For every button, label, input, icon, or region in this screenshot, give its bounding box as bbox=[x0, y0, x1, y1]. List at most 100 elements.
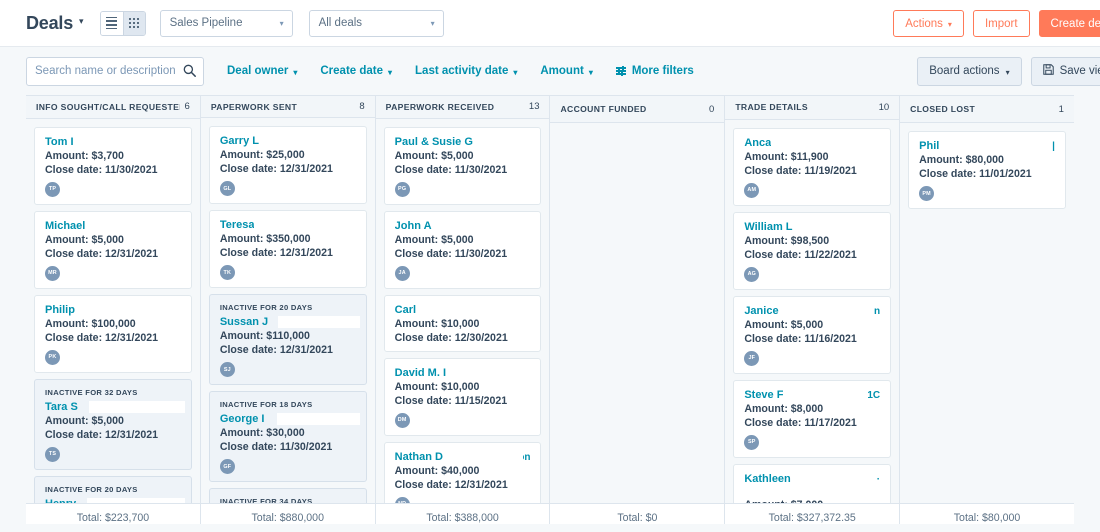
page-title-group[interactable]: Deals ▾ bbox=[26, 13, 84, 34]
column-card-list[interactable] bbox=[550, 123, 724, 503]
column-card-list[interactable]: Tom I Amount: $3,700 Close date: 11/30/202… bbox=[26, 119, 200, 503]
avatar[interactable]: MR bbox=[45, 265, 60, 281]
deal-name-link[interactable]: John A bbox=[395, 220, 432, 232]
column-card-list[interactable]: Phil | Amount: $80,000 Close date: 11/01/20… bbox=[900, 123, 1074, 503]
deal-card[interactable]: Carl Amount: $10,000 Close date: 12/30/202… bbox=[383, 294, 542, 352]
deal-card[interactable]: Garry L Amount: $25,000 Close date: 12/31/… bbox=[208, 126, 367, 205]
filter-create-date[interactable]: Create date ▾ bbox=[320, 65, 392, 77]
search-input[interactable] bbox=[35, 65, 185, 77]
more-filters-button[interactable]: More filters bbox=[615, 65, 694, 78]
column-header[interactable]: INFO SOUGHT/CALL REQUESTED 6 bbox=[26, 95, 200, 119]
redaction-overlay bbox=[276, 413, 360, 426]
deal-close-date: Close date: 11/17/2021 bbox=[744, 416, 857, 429]
search-box[interactable] bbox=[26, 56, 204, 86]
deal-name-link[interactable]: Garry L bbox=[220, 135, 259, 147]
cards-container bbox=[558, 123, 716, 131]
deal-name-link[interactable]: Henry bbox=[45, 498, 76, 503]
deal-card[interactable]: Nathan D -on Amount: $40,000 Close date: 12… bbox=[383, 441, 542, 503]
deal-name-link[interactable]: Tara S bbox=[45, 401, 78, 413]
avatar[interactable]: DM bbox=[394, 412, 410, 428]
deal-card[interactable]: Philip Amount: $100,000 Close date: 12/31/… bbox=[34, 294, 192, 373]
import-button[interactable]: Import bbox=[972, 10, 1030, 37]
deal-card[interactable]: INACTIVE FOR 18 DAYS George I Amount: $30,… bbox=[208, 391, 367, 483]
deal-card[interactable]: INACTIVE FOR 20 DAYS Sussan J Amount: $110… bbox=[208, 294, 367, 386]
search-icon[interactable] bbox=[183, 64, 196, 82]
redaction-overlay bbox=[478, 135, 535, 148]
filter-amount[interactable]: Amount ▾ bbox=[540, 65, 592, 77]
deal-name-link[interactable]: Paul & Susie G bbox=[395, 136, 473, 148]
deal-name-link[interactable]: Philip bbox=[45, 304, 75, 316]
inactive-badge: INACTIVE FOR 32 DAYS bbox=[45, 387, 138, 397]
column-card-list[interactable]: Anca Amount: $11,900 Close date: 11/19/202… bbox=[725, 120, 899, 503]
deal-name-link[interactable]: Tom I bbox=[45, 136, 74, 148]
deal-card[interactable]: Tom I Amount: $3,700 Close date: 11/30/202… bbox=[34, 126, 192, 205]
deal-card[interactable]: Anca Amount: $11,900 Close date: 11/19/202… bbox=[733, 127, 892, 206]
avatar[interactable]: PK bbox=[45, 349, 60, 365]
avatar[interactable]: TK bbox=[219, 265, 235, 281]
deal-name-link[interactable]: William L bbox=[744, 221, 792, 233]
deal-name-link[interactable]: Michael bbox=[45, 220, 85, 232]
column-card-list[interactable]: Paul & Susie G Amount: $5,000 Close date: … bbox=[376, 119, 550, 503]
deal-card[interactable]: Michael Amount: $5,000 Close date: 12/31/2… bbox=[34, 210, 192, 289]
column-header[interactable]: CLOSED LOST 1 bbox=[900, 95, 1074, 123]
avatar[interactable]: JA bbox=[394, 265, 410, 281]
inactive-badge: INACTIVE FOR 18 DAYS bbox=[219, 400, 313, 410]
column-header[interactable]: ACCOUNT FUNDED 0 bbox=[550, 95, 725, 123]
deal-card[interactable]: INACTIVE FOR 20 DAYSHenryAmount: $10,000… bbox=[34, 475, 192, 503]
deal-card[interactable]: INACTIVE FOR 34 DAYSJudi .Amount: $5,000… bbox=[208, 488, 367, 503]
deal-name-link[interactable]: Anca bbox=[744, 137, 771, 149]
view-toggle[interactable] bbox=[99, 10, 146, 36]
deal-name-link[interactable]: Teresa bbox=[220, 219, 255, 231]
deal-card[interactable]: Steve F 1C Amount: $8,000 Close date: 11/17… bbox=[733, 379, 892, 458]
deal-name-link[interactable]: Steve F bbox=[744, 389, 783, 401]
cards-container: Tom I Amount: $3,700 Close date: 11/30/202… bbox=[34, 119, 192, 503]
deal-card[interactable]: Phil | Amount: $80,000 Close date: 11/01/20… bbox=[908, 131, 1066, 209]
deal-name-link[interactable]: Nathan D bbox=[395, 451, 443, 463]
deal-name-link[interactable]: Phil bbox=[919, 140, 939, 152]
avatar[interactable]: ND bbox=[394, 496, 410, 503]
deal-card[interactable]: John A Amount: $5,000 Close date: 11/30/20… bbox=[383, 210, 542, 289]
board-view-button[interactable] bbox=[122, 11, 145, 35]
column-card-list[interactable]: Garry L Amount: $25,000 Close date: 12/31/… bbox=[201, 118, 375, 503]
board-actions-button[interactable]: Board actions ▾ bbox=[917, 56, 1022, 86]
avatar[interactable]: GF bbox=[219, 459, 235, 475]
deal-close-date: Close date: 11/19/2021 bbox=[744, 164, 857, 177]
deal-name-link[interactable]: Sussan J bbox=[220, 316, 268, 328]
avatar[interactable]: GL bbox=[219, 181, 235, 197]
avatar[interactable]: PG bbox=[394, 181, 410, 197]
deal-card[interactable]: Paul & Susie G Amount: $5,000 Close date: … bbox=[383, 126, 542, 205]
avatar[interactable]: JF bbox=[744, 350, 760, 366]
column-header[interactable]: PAPERWORK SENT 8 bbox=[200, 95, 375, 119]
deal-name-link[interactable]: Carl bbox=[395, 304, 416, 316]
deal-card[interactable]: INACTIVE FOR 32 DAYS Tara S Amount: $5,000… bbox=[34, 378, 192, 470]
avatar[interactable]: AG bbox=[744, 266, 760, 282]
avatar[interactable]: SP bbox=[744, 434, 760, 450]
avatar[interactable]: PM bbox=[919, 186, 935, 201]
pipeline-select[interactable]: Sales Pipeline ▾ bbox=[159, 9, 293, 37]
deal-card[interactable]: Kathleen·Amount: $7,000Close date: 11/17… bbox=[733, 463, 892, 503]
create-deal-button[interactable]: Create deal bbox=[1038, 10, 1100, 37]
deal-close-date: Close date: 12/31/2021 bbox=[45, 331, 159, 344]
deal-name-link[interactable]: George I bbox=[220, 413, 265, 425]
chevron-down-icon[interactable]: ▾ bbox=[79, 16, 84, 27]
list-view-button[interactable] bbox=[100, 11, 123, 35]
deal-card[interactable]: Teresa Amount: $350,000 Close date: 12/31/… bbox=[208, 210, 367, 289]
deal-name-link[interactable]: Kathleen bbox=[744, 473, 790, 485]
filter-last-activity-date[interactable]: Last activity date ▾ bbox=[415, 65, 517, 77]
avatar[interactable]: SJ bbox=[219, 362, 235, 378]
deal-name-link[interactable]: Janice bbox=[744, 305, 778, 317]
column-header[interactable]: PAPERWORK RECEIVED 13 bbox=[375, 95, 550, 119]
deal-card[interactable]: Janice n Amount: $5,000 Close date: 11/16/2… bbox=[733, 295, 892, 374]
deals-filter-select[interactable]: All deals ▾ bbox=[308, 9, 444, 37]
avatar[interactable]: TP bbox=[45, 181, 60, 197]
column-header[interactable]: TRADE DETAILS 10 bbox=[725, 95, 900, 120]
deal-card[interactable]: David M. I Amount: $10,000 Close date: 11/… bbox=[383, 357, 542, 436]
deals-filter-select-value: All deals bbox=[318, 17, 363, 29]
save-view-button[interactable]: Save view bbox=[1030, 56, 1100, 86]
avatar[interactable]: AM bbox=[744, 182, 760, 198]
filter-deal-owner[interactable]: Deal owner ▾ bbox=[227, 65, 297, 77]
deal-name-link[interactable]: David M. I bbox=[395, 367, 446, 379]
avatar[interactable]: TS bbox=[45, 446, 60, 462]
deal-card[interactable]: William L Amount: $98,500 Close date: 11/2… bbox=[733, 211, 892, 290]
actions-button[interactable]: Actions ▾ bbox=[893, 10, 964, 37]
